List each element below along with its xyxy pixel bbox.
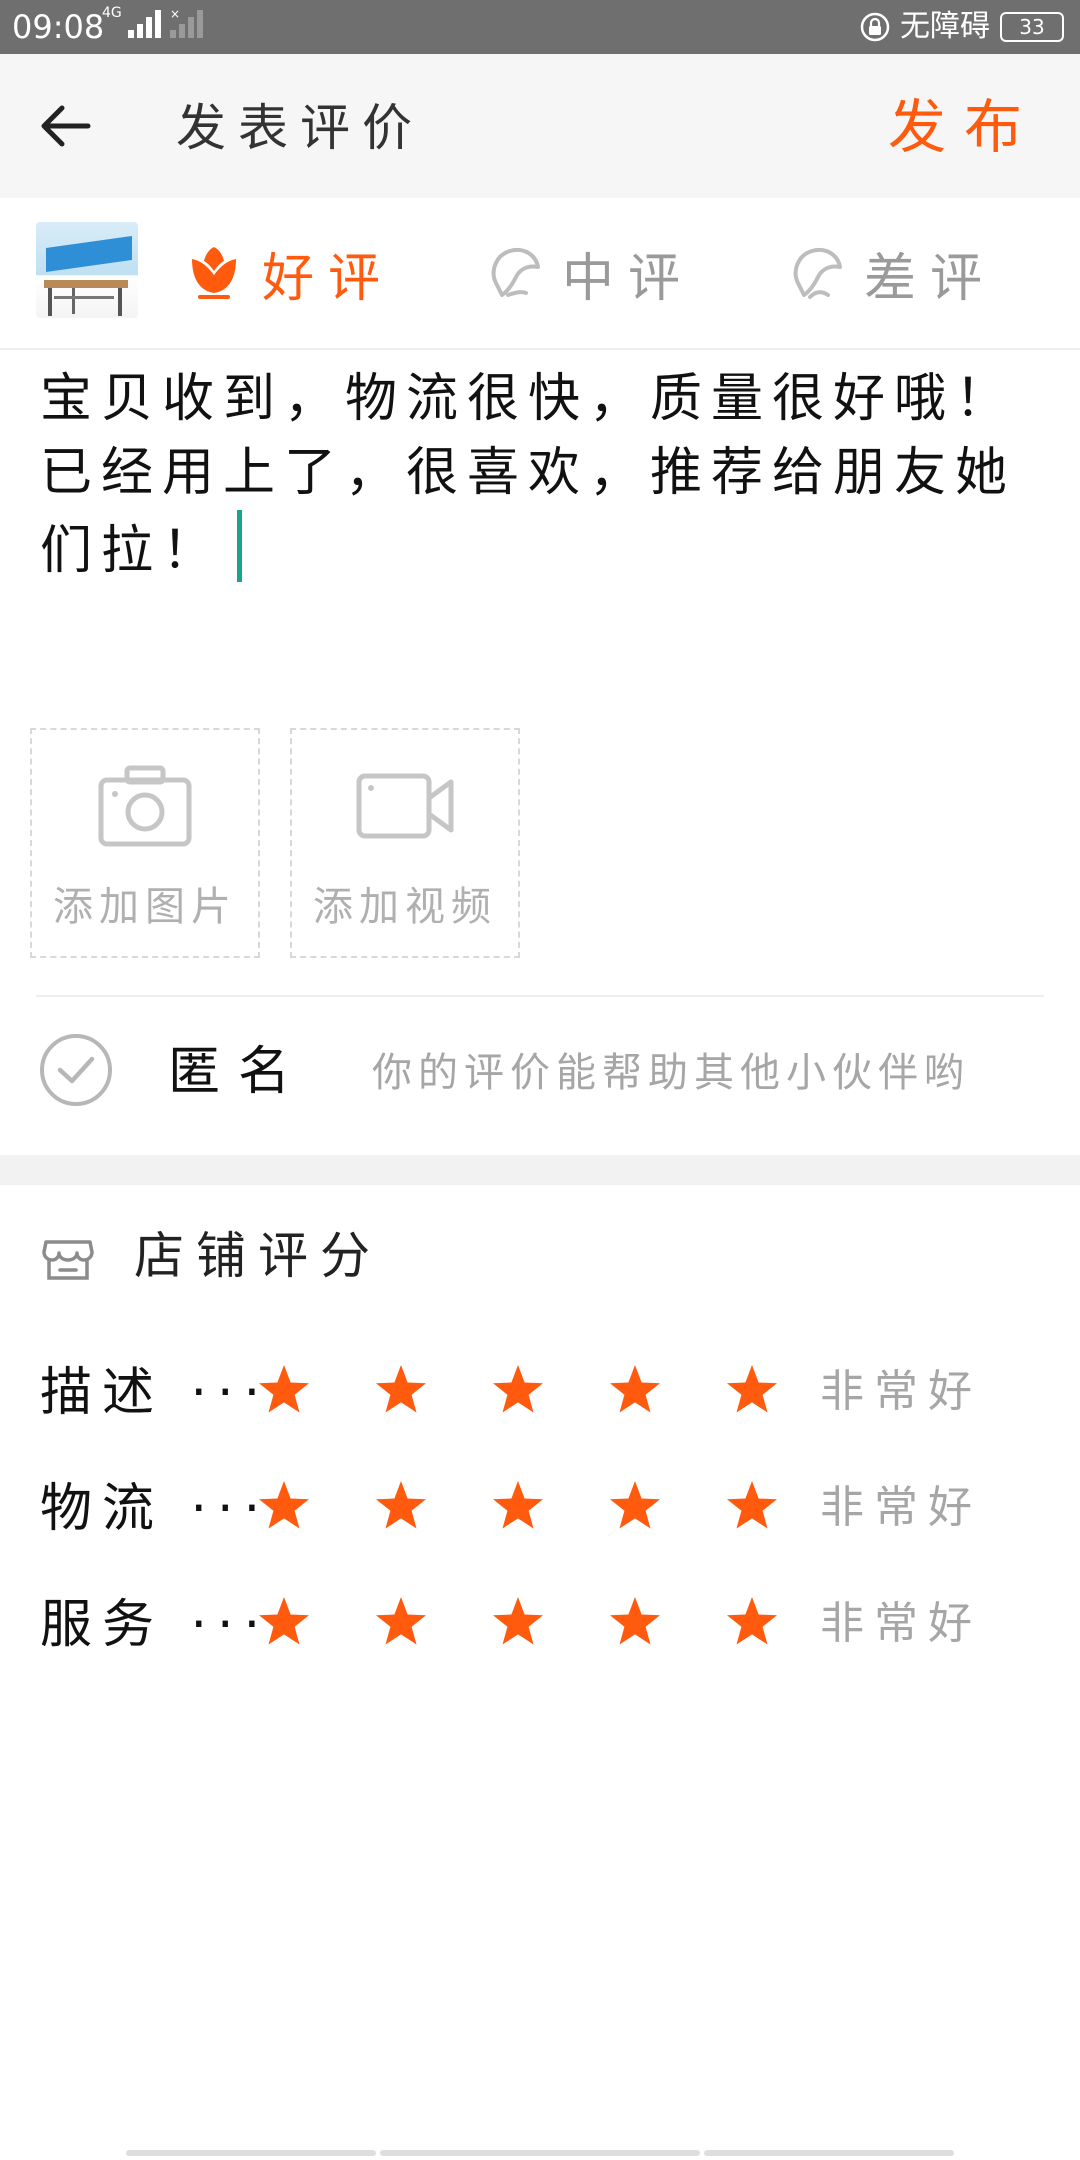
star-icon[interactable] <box>724 1594 780 1650</box>
back-button[interactable] <box>40 90 130 162</box>
star-icon[interactable] <box>607 1362 663 1418</box>
status-time: 09:08 <box>12 8 105 46</box>
flower-icon <box>192 247 236 299</box>
status-right: 无障碍 33 <box>860 6 1064 48</box>
signal-icon <box>127 10 161 38</box>
signal-icon-secondary: × <box>169 8 203 38</box>
desk-image <box>44 280 128 316</box>
score-label: 物流 ··· <box>40 1479 271 1539</box>
media-icon-wrap <box>355 756 455 856</box>
thumbnail-banner <box>46 235 132 273</box>
star-icon[interactable] <box>490 1594 546 1650</box>
score-row-service: 服务 ··· 非常好 <box>0 1586 1080 1666</box>
score-row-logistics: 物流 ··· 非常好 <box>0 1470 1080 1550</box>
rating-option-label: 好评 <box>262 248 395 309</box>
anonymous-label: 匿名 <box>168 1042 309 1102</box>
star-icon[interactable] <box>256 1362 312 1418</box>
star-icon[interactable] <box>373 1594 429 1650</box>
sad-face-icon <box>793 248 842 299</box>
accessibility-lock-icon <box>860 12 890 42</box>
divider <box>36 995 1044 997</box>
network-type: 4G <box>102 5 122 21</box>
neutral-face-icon <box>491 248 540 297</box>
svg-text:×: × <box>170 8 180 21</box>
shop-rating-title: 店铺评分 <box>134 1227 382 1285</box>
battery-indicator: 33 <box>1000 12 1064 42</box>
shop-icon <box>42 1240 94 1280</box>
review-text-input[interactable]: 宝贝收到，物流很快，质量很好哦！已经用上了，很喜欢，推荐给朋友她们拉！ <box>40 362 1050 588</box>
score-row-description: 描述 ··· 非常好 <box>0 1354 1080 1434</box>
rating-option-label: 中评 <box>562 248 695 309</box>
star-icon[interactable] <box>490 1362 546 1418</box>
star-rating[interactable] <box>256 1594 780 1650</box>
score-label: 服务 ··· <box>40 1595 271 1655</box>
score-text: 非常好 <box>820 1482 982 1533</box>
section-separator <box>0 1155 1080 1185</box>
text-caret <box>237 510 243 582</box>
score-text: 非常好 <box>820 1598 982 1649</box>
add-video-label: 添加视频 <box>313 884 497 930</box>
star-rating[interactable] <box>256 1478 780 1534</box>
page-title: 发表评价 <box>176 99 424 157</box>
status-bar: 09:08 4G × 无障碍 33 <box>0 0 1080 54</box>
signal-group: 4G × <box>102 5 206 38</box>
video-camera-icon <box>356 773 454 839</box>
home-indicator-right <box>704 2150 954 2156</box>
camera-icon <box>98 765 192 847</box>
star-icon[interactable] <box>724 1362 780 1418</box>
anonymous-hint: 你的评价能帮助其他小伙伴哟 <box>372 1050 970 1096</box>
rating-option-good[interactable]: 好评 <box>186 238 395 309</box>
checkmark-icon <box>57 1056 95 1084</box>
rating-type-row: 好评 中评 差评 <box>0 198 1080 350</box>
rating-option-bad[interactable]: 差评 <box>788 238 997 309</box>
product-thumbnail <box>36 222 138 318</box>
star-icon[interactable] <box>256 1478 312 1534</box>
star-icon[interactable] <box>490 1478 546 1534</box>
add-photo-button[interactable]: 添加图片 <box>30 728 260 958</box>
rating-option-neutral[interactable]: 中评 <box>486 238 695 309</box>
add-photo-label: 添加图片 <box>53 884 237 930</box>
home-indicator-left <box>126 2150 376 2156</box>
accessibility-label: 无障碍 <box>900 9 990 44</box>
add-video-button[interactable]: 添加视频 <box>290 728 520 958</box>
star-icon[interactable] <box>256 1594 312 1650</box>
star-icon[interactable] <box>373 1478 429 1534</box>
home-indicator-center[interactable] <box>380 2150 700 2156</box>
score-label: 描述 ··· <box>40 1363 271 1423</box>
shop-icon-wrap <box>40 1230 96 1286</box>
star-icon[interactable] <box>724 1478 780 1534</box>
star-icon[interactable] <box>607 1478 663 1534</box>
app-bar: 发表评价 发布 <box>0 54 1080 198</box>
publish-button[interactable]: 发布 <box>888 92 1040 162</box>
rating-option-label: 差评 <box>864 248 997 309</box>
back-arrow-icon <box>41 105 91 147</box>
star-icon[interactable] <box>373 1362 429 1418</box>
star-rating[interactable] <box>256 1362 780 1418</box>
star-icon[interactable] <box>607 1594 663 1650</box>
review-text: 宝贝收到，物流很快，质量很好哦！已经用上了，很喜欢，推荐给朋友她们拉！ <box>40 369 1017 581</box>
score-text: 非常好 <box>820 1366 982 1417</box>
anonymous-checkbox[interactable] <box>40 1034 112 1106</box>
media-icon-wrap <box>97 756 193 856</box>
